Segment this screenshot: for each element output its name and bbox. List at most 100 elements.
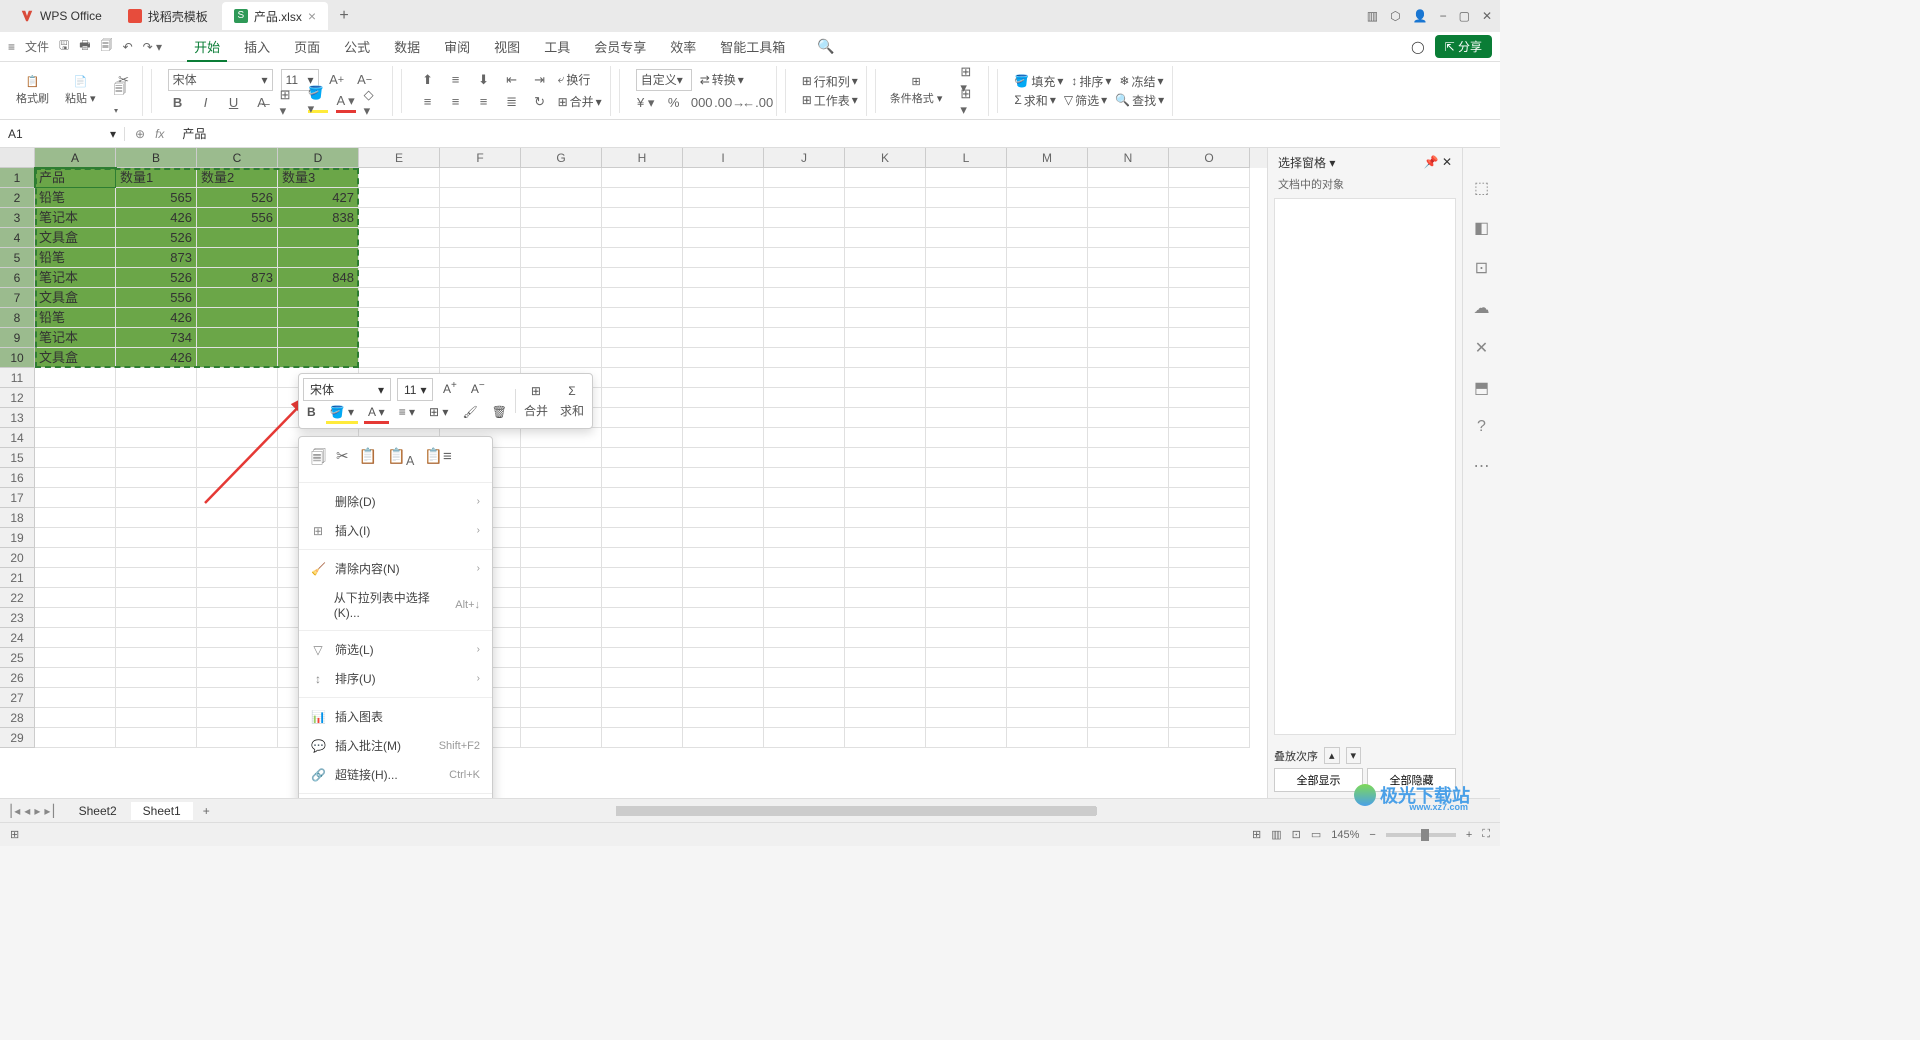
menu-smart[interactable]: 智能工具箱 xyxy=(708,37,797,56)
cell[interactable] xyxy=(926,508,1007,528)
cell[interactable] xyxy=(1088,348,1169,368)
row-header[interactable]: 10 xyxy=(0,348,35,368)
row-header[interactable]: 26 xyxy=(0,668,35,688)
cell[interactable] xyxy=(1088,588,1169,608)
cell[interactable] xyxy=(1169,728,1250,748)
cell[interactable] xyxy=(1088,508,1169,528)
cell[interactable] xyxy=(35,508,116,528)
cell[interactable] xyxy=(1007,488,1088,508)
cell[interactable] xyxy=(764,388,845,408)
cell[interactable] xyxy=(35,368,116,388)
cell[interactable] xyxy=(197,608,278,628)
cell[interactable] xyxy=(1169,528,1250,548)
cell[interactable] xyxy=(926,248,1007,268)
menu-review[interactable]: 审阅 xyxy=(432,37,482,56)
cell[interactable] xyxy=(1007,728,1088,748)
cell[interactable] xyxy=(683,688,764,708)
cell[interactable] xyxy=(1007,268,1088,288)
cell[interactable] xyxy=(683,628,764,648)
cell[interactable] xyxy=(35,388,116,408)
cell[interactable] xyxy=(602,268,683,288)
cell[interactable] xyxy=(1169,408,1250,428)
row-header[interactable]: 7 xyxy=(0,288,35,308)
cell[interactable] xyxy=(197,568,278,588)
cell[interactable] xyxy=(1007,508,1088,528)
cell[interactable] xyxy=(926,348,1007,368)
cell[interactable] xyxy=(602,208,683,228)
cell[interactable]: 笔记本 xyxy=(35,328,116,348)
close-pane-icon[interactable]: ✕ xyxy=(1442,155,1452,169)
showall-button[interactable]: 全部显示 xyxy=(1274,768,1363,792)
indent-dec-icon[interactable]: ⇤ xyxy=(502,70,522,90)
cell[interactable] xyxy=(1169,328,1250,348)
cell[interactable] xyxy=(926,308,1007,328)
add-tab-button[interactable]: + xyxy=(330,7,358,25)
align-mid-icon[interactable]: ≡ xyxy=(446,70,466,90)
fontup-icon[interactable]: A+ xyxy=(327,70,347,90)
cell[interactable]: 427 xyxy=(278,188,359,208)
cell[interactable] xyxy=(845,388,926,408)
cell[interactable] xyxy=(926,428,1007,448)
cell[interactable] xyxy=(35,408,116,428)
fontcolor-icon[interactable]: A ▾ xyxy=(336,93,356,113)
cm-droplist[interactable]: 从下拉列表中选择(K)...Alt+↓ xyxy=(299,583,492,626)
cell[interactable] xyxy=(764,628,845,648)
cell[interactable] xyxy=(845,608,926,628)
cell[interactable] xyxy=(197,448,278,468)
cell[interactable] xyxy=(197,408,278,428)
freeze-button[interactable]: ❄ 冻结 ▾ xyxy=(1119,73,1163,90)
mini-fill-icon[interactable]: 🪣 ▾ xyxy=(326,403,358,424)
cell[interactable] xyxy=(197,668,278,688)
cell[interactable] xyxy=(764,308,845,328)
cell[interactable] xyxy=(1088,368,1169,388)
cell[interactable] xyxy=(683,368,764,388)
cell[interactable] xyxy=(35,588,116,608)
cell[interactable] xyxy=(602,488,683,508)
cell[interactable] xyxy=(1088,188,1169,208)
cell[interactable] xyxy=(764,568,845,588)
cell[interactable] xyxy=(845,348,926,368)
cell[interactable] xyxy=(1169,548,1250,568)
cell[interactable] xyxy=(1088,248,1169,268)
cell[interactable] xyxy=(845,548,926,568)
row-header[interactable]: 12 xyxy=(0,388,35,408)
spreadsheet-grid[interactable]: ABCDEFGHIJKLMNO 1产品数量1数量2数量32铅笔565526427… xyxy=(0,148,1267,798)
cell[interactable] xyxy=(521,308,602,328)
cell[interactable] xyxy=(683,548,764,568)
style-icon[interactable]: ◧ xyxy=(1474,218,1489,238)
cell[interactable] xyxy=(683,208,764,228)
cell[interactable] xyxy=(521,168,602,188)
condfmt-button[interactable]: ⊞条件格式 ▾ xyxy=(884,66,949,116)
row-header[interactable]: 6 xyxy=(0,268,35,288)
cell[interactable] xyxy=(278,228,359,248)
cell[interactable] xyxy=(602,548,683,568)
cell[interactable] xyxy=(35,568,116,588)
cell[interactable] xyxy=(1169,448,1250,468)
menu-efficiency[interactable]: 效率 xyxy=(658,37,708,56)
cell[interactable] xyxy=(683,488,764,508)
cell[interactable] xyxy=(926,668,1007,688)
row-header[interactable]: 8 xyxy=(0,308,35,328)
stack-up-icon[interactable]: ▴ xyxy=(1324,747,1340,764)
cloud-icon[interactable]: ◯ xyxy=(1411,40,1424,54)
cell[interactable] xyxy=(683,348,764,368)
cell[interactable] xyxy=(278,248,359,268)
worksheet-button[interactable]: ⊞ 工作表 ▾ xyxy=(802,92,858,109)
cell[interactable] xyxy=(197,228,278,248)
filter-button[interactable]: ▽ 筛选 ▾ xyxy=(1064,92,1107,109)
row-header[interactable]: 3 xyxy=(0,208,35,228)
cm-clear[interactable]: 🧹清除内容(N)› xyxy=(299,554,492,583)
cell[interactable] xyxy=(845,508,926,528)
print-icon[interactable]: 🖶 xyxy=(79,36,90,57)
cell[interactable] xyxy=(1007,648,1088,668)
cell[interactable] xyxy=(1169,368,1250,388)
cell[interactable] xyxy=(926,588,1007,608)
merge-button[interactable]: ⊞ 合并 ▾ xyxy=(558,93,602,110)
cell[interactable] xyxy=(926,228,1007,248)
cell[interactable] xyxy=(1088,648,1169,668)
mini-merge-icon[interactable]: ⊞ xyxy=(527,382,545,400)
numfmt-select[interactable]: 自定义 ▾ xyxy=(636,69,692,91)
cell[interactable] xyxy=(1088,268,1169,288)
cell[interactable] xyxy=(197,728,278,748)
cell[interactable] xyxy=(1169,588,1250,608)
